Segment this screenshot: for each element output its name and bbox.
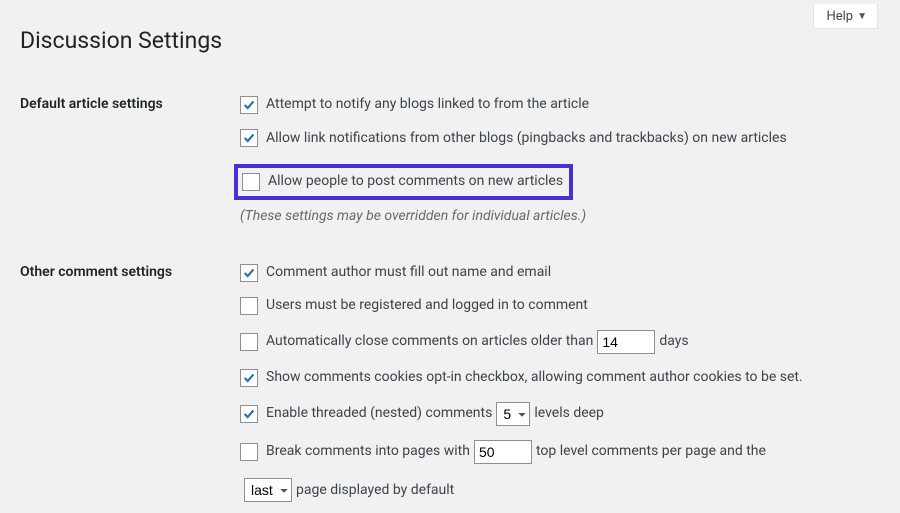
label-text: Automatically close comments on articles…	[266, 332, 593, 352]
section-heading-other-comment: Other comment settings	[20, 244, 230, 513]
checkbox-label: Comment author must fill out name and em…	[266, 263, 551, 283]
checkbox-row-registered[interactable]: Users must be registered and logged in t…	[240, 296, 870, 316]
checkbox-name-email[interactable]	[240, 264, 258, 282]
checkbox-row-close[interactable]: Automatically close comments on articles…	[240, 330, 870, 354]
label-text: page displayed by default	[296, 482, 454, 498]
close-days-input[interactable]	[597, 330, 655, 354]
checkbox-cookies[interactable]	[240, 369, 258, 387]
checkbox-notify[interactable]	[240, 96, 258, 114]
checkbox-pingback[interactable]	[240, 129, 258, 147]
checkbox-label: Allow link notifications from other blog…	[266, 129, 787, 149]
checkmark-icon	[242, 266, 256, 280]
checkbox-label: Show comments cookies opt-in checkbox, a…	[266, 368, 803, 388]
chevron-down-icon: ▼	[857, 11, 867, 22]
checkbox-row-notify[interactable]: Attempt to notify any blogs linked to fr…	[240, 95, 870, 115]
section-heading-default-article: Default article settings	[20, 76, 230, 244]
checkbox-row-threaded[interactable]: Enable threaded (nested) comments 5 leve…	[240, 402, 870, 426]
page-title: Discussion Settings	[20, 18, 880, 58]
highlight-allow-comments: Allow people to post comments on new art…	[234, 164, 573, 200]
checkmark-icon	[242, 98, 256, 112]
checkmark-icon	[242, 371, 256, 385]
help-label: Help	[826, 9, 853, 24]
checkbox-row-allow-comments[interactable]: Allow people to post comments on new art…	[242, 172, 563, 192]
help-tab[interactable]: Help ▼	[813, 4, 878, 29]
label-text: top level comments per page and the	[536, 442, 766, 462]
checkbox-label: Allow people to post comments on new art…	[268, 172, 563, 192]
label-text: days	[659, 332, 688, 352]
checkbox-close[interactable]	[240, 333, 258, 351]
threaded-levels-select[interactable]: 5	[496, 402, 530, 426]
break-perpage-input[interactable]	[474, 440, 532, 464]
checkbox-row-cookies[interactable]: Show comments cookies opt-in checkbox, a…	[240, 368, 870, 388]
page-default-row: last page displayed by default	[240, 478, 870, 502]
settings-note: (These settings may be overridden for in…	[240, 208, 870, 224]
checkbox-row-break[interactable]: Break comments into pages with top level…	[240, 440, 870, 464]
label-text: Enable threaded (nested) comments	[266, 404, 492, 424]
checkbox-threaded[interactable]	[240, 405, 258, 423]
checkbox-row-name-email[interactable]: Comment author must fill out name and em…	[240, 263, 870, 283]
checkbox-label: Attempt to notify any blogs linked to fr…	[266, 95, 589, 115]
checkbox-break[interactable]	[240, 443, 258, 461]
label-text: Break comments into pages with	[266, 442, 470, 462]
checkbox-label: Users must be registered and logged in t…	[266, 296, 588, 316]
checkbox-row-pingback[interactable]: Allow link notifications from other blog…	[240, 129, 870, 149]
checkbox-allow-comments[interactable]	[242, 173, 260, 191]
page-default-select[interactable]: last	[244, 478, 292, 502]
checkmark-icon	[242, 407, 256, 421]
checkmark-icon	[242, 131, 256, 145]
checkbox-registered[interactable]	[240, 297, 258, 315]
label-text: levels deep	[534, 404, 604, 424]
